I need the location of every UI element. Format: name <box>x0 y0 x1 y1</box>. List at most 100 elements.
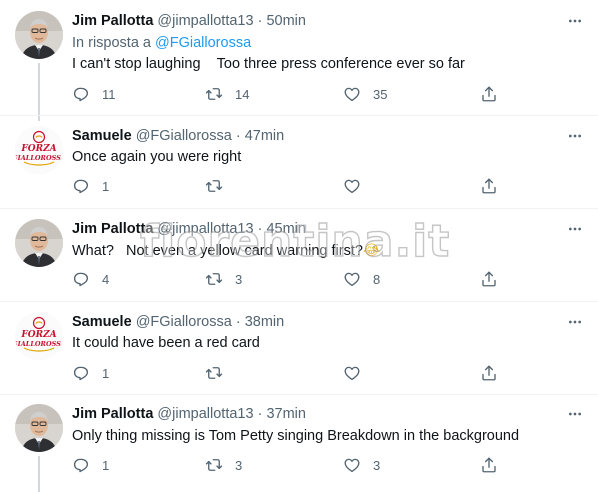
retweet-button[interactable] <box>205 176 235 196</box>
tweet-header: Jim Pallotta @jimpallotta13 · 45min <box>72 219 306 239</box>
share-button[interactable] <box>480 84 498 104</box>
retweet-button[interactable]: 3 <box>205 269 242 289</box>
reply-count: 1 <box>102 178 110 194</box>
tweet[interactable]: Jim Pallotta @jimpallotta13 · 45min What… <box>0 219 598 297</box>
more-icon[interactable] <box>567 221 583 237</box>
author-name[interactable]: Jim Pallotta <box>72 221 153 237</box>
author-name[interactable]: Samuele <box>72 314 132 330</box>
tweet-text: Once again you were right <box>72 149 242 165</box>
like-button[interactable]: 8 <box>343 269 380 289</box>
timestamp[interactable]: 45min <box>266 221 306 237</box>
divider <box>0 115 598 116</box>
timestamp[interactable]: 37min <box>266 406 306 422</box>
tweet-text-body: What? Not even a yellow card warning fir… <box>72 243 363 259</box>
reply-icon <box>72 456 90 474</box>
share-icon <box>480 177 498 195</box>
share-button[interactable] <box>480 176 498 196</box>
retweet-button[interactable]: 14 <box>205 84 249 104</box>
author-handle[interactable]: @jimpallotta13 <box>157 406 253 422</box>
reply-count: 1 <box>102 457 110 473</box>
avatar[interactable]: FORZA GIALLOROSSA <box>15 126 63 174</box>
tweet-header: Samuele @FGiallorossa · 38min <box>72 312 284 332</box>
share-button[interactable] <box>480 363 498 383</box>
timestamp[interactable]: 38min <box>245 314 285 330</box>
reply-button[interactable]: 1 <box>72 363 109 383</box>
reply-button[interactable]: 11 <box>72 84 116 104</box>
author-handle[interactable]: @jimpallotta13 <box>157 221 253 237</box>
action-bar: 4 3 8 <box>72 269 502 289</box>
author-name[interactable]: Samuele <box>72 128 132 144</box>
avatar[interactable]: FORZA GIALLOROSSA <box>15 312 63 360</box>
action-bar: 1 <box>72 363 502 383</box>
more-icon[interactable] <box>567 406 583 422</box>
logo-text-bottom: GIALLOROSSA <box>15 154 63 162</box>
like-button[interactable]: 35 <box>343 84 387 104</box>
author-handle[interactable]: @FGiallorossa <box>136 128 232 144</box>
tweet-text: It could have been a red card <box>72 335 260 351</box>
reply-count: 4 <box>102 271 110 287</box>
more-icon[interactable] <box>567 13 583 29</box>
retweet-count: 3 <box>235 457 243 473</box>
tweet-header: Jim Pallotta @jimpallotta13 · 50min <box>72 11 306 31</box>
timestamp[interactable]: 47min <box>245 128 285 144</box>
like-icon <box>343 456 361 474</box>
avatar[interactable] <box>15 11 63 59</box>
reply-to-handle[interactable]: @FGiallorossa <box>155 35 251 51</box>
tweet[interactable]: FORZA GIALLOROSSA Samuele @FGiallorossa … <box>0 312 598 390</box>
reply-button[interactable]: 4 <box>72 269 109 289</box>
tweet-header: Samuele @FGiallorossa · 47min <box>72 126 284 146</box>
retweet-button[interactable] <box>205 363 235 383</box>
separator: · <box>235 128 241 144</box>
more-icon[interactable] <box>567 128 583 144</box>
avatar[interactable] <box>15 219 63 267</box>
separator: · <box>235 314 241 330</box>
like-count: 8 <box>373 271 381 287</box>
tweet-text: Only thing missing is Tom Petty singing … <box>72 428 520 444</box>
separator: · <box>257 221 263 237</box>
retweet-icon <box>205 364 223 382</box>
author-handle[interactable]: @FGiallorossa <box>136 314 232 330</box>
reply-icon <box>72 177 90 195</box>
more-icon[interactable] <box>567 314 583 330</box>
avatar[interactable] <box>15 404 63 452</box>
like-count: 3 <box>373 457 381 473</box>
reply-button[interactable]: 1 <box>72 176 109 196</box>
logo-text-top: FORZA <box>20 330 56 340</box>
tweet[interactable]: Jim Pallotta @jimpallotta13 · 37min Only… <box>0 404 598 492</box>
separator: · <box>257 13 263 29</box>
share-icon <box>480 364 498 382</box>
thread-line <box>38 63 40 121</box>
author-name[interactable]: Jim Pallotta <box>72 13 153 29</box>
action-bar: 1 <box>72 176 502 196</box>
like-count: 35 <box>373 86 388 102</box>
action-bar: 11 14 35 <box>72 84 502 104</box>
action-bar: 1 3 3 <box>72 455 502 475</box>
retweet-count: 14 <box>235 86 250 102</box>
tweet[interactable]: FORZA GIALLOROSSA Samuele @FGiallorossa … <box>0 126 598 206</box>
share-button[interactable] <box>480 269 498 289</box>
reply-icon <box>72 364 90 382</box>
author-name[interactable]: Jim Pallotta <box>72 406 153 422</box>
share-icon <box>480 456 498 474</box>
timestamp[interactable]: 50min <box>266 13 306 29</box>
thread-line <box>38 456 40 492</box>
logo-text-top: FORZA <box>20 144 56 154</box>
retweet-count: 3 <box>235 271 243 287</box>
retweet-button[interactable]: 3 <box>205 455 242 475</box>
like-icon <box>343 177 361 195</box>
like-button[interactable] <box>343 363 373 383</box>
divider <box>0 208 598 209</box>
retweet-icon <box>205 270 223 288</box>
reply-icon <box>72 85 90 103</box>
reply-prefix: In risposta a <box>72 35 151 51</box>
share-button[interactable] <box>480 455 498 475</box>
like-button[interactable] <box>343 176 373 196</box>
like-icon <box>343 270 361 288</box>
retweet-icon <box>205 85 223 103</box>
like-button[interactable]: 3 <box>343 455 380 475</box>
author-handle[interactable]: @jimpallotta13 <box>157 13 253 29</box>
logo-text-bottom: GIALLOROSSA <box>15 340 63 348</box>
reply-button[interactable]: 1 <box>72 455 109 475</box>
tweet[interactable]: Jim Pallotta @jimpallotta13 · 50min In r… <box>0 11 598 121</box>
like-icon <box>343 85 361 103</box>
